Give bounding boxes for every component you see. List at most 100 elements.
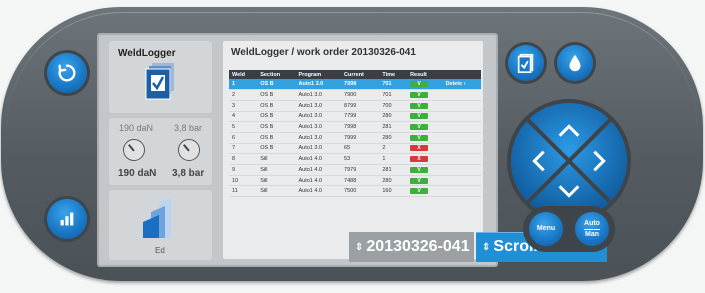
force-gauge-icon [123,139,145,161]
cell-action [442,121,481,133]
cell-program: Auto1 4.0 [295,153,342,165]
col-action [442,70,481,79]
statistics-button[interactable] [47,199,87,239]
menu-label: Menu [536,225,556,232]
delete-button[interactable]: Delete [446,81,463,87]
table-row[interactable]: 3 OS B Auto1 3.0 8799 700 V [229,100,481,112]
cell-time: 280 [379,175,408,187]
result-ok-badge: V [410,124,429,131]
cell-program: Auto1 3.0 [295,121,342,133]
cell-result: X [407,153,443,165]
weldlogger-tile[interactable]: WeldLogger [109,41,212,113]
refresh-icon [58,64,76,82]
dpad-left-button[interactable] [511,129,571,193]
col-current: Current [341,70,380,79]
cell-weld: 6 [229,132,258,144]
cell-weld: 7 [229,143,258,155]
table-row[interactable]: 9 Sill Auto1 4.0 7979 281 V [229,164,481,176]
cell-time: 701 [379,79,408,91]
cell-weld: 10 [229,175,258,187]
cell-current: 65 [341,143,380,155]
cell-action [442,175,481,187]
mode-tile[interactable]: Ed [109,190,212,260]
col-program: Program [295,70,342,79]
cell-program: Auto1 3.0 [295,100,342,112]
refresh-button[interactable] [47,53,87,93]
cell-action [442,89,481,101]
table-row[interactable]: 7 OS B Auto1 3.0 65 2 X [229,143,481,155]
auto-man-button[interactable]: Auto Man [575,212,609,246]
cell-result: X [407,143,443,155]
cell-section: OS B [257,111,296,123]
cell-current: 7900 [341,89,380,101]
cell-time: 701 [379,89,408,101]
col-section: Section [257,70,296,79]
document-button[interactable] [508,45,544,81]
table-row[interactable]: 2 OS B Auto1 3.0 7900 701 V [229,89,481,101]
weld-table: Weld Section Program Current Time Result… [229,70,481,198]
chevron-right-icon [593,150,606,172]
cell-weld: 2 [229,89,258,101]
cell-time: 2 [379,143,408,155]
cell-program: Auto1 3.0 [295,132,342,144]
cell-result: V [407,100,443,112]
cell-section: Sill [257,175,296,187]
cell-current: 7998 [341,121,380,133]
cell-time: 700 [379,100,408,112]
cell-result: V [407,164,443,176]
pressure-caption: 3,8 bar [174,123,203,133]
pressure-value: 3,8 bar [172,168,205,179]
bar-chart-icon [60,212,74,226]
dpad [511,103,627,219]
table-row[interactable]: 6 OS B Auto1 3.0 7999 280 V [229,132,481,144]
cell-current: 7500 [341,185,380,198]
result-fail-badge: X [410,145,429,152]
cell-section: OS B [257,143,296,155]
table-row[interactable]: 11 Sill Auto1 4.0 7500 160 V [229,185,481,198]
cell-current: 7979 [341,164,380,176]
dpad-right-button[interactable] [567,129,627,193]
cell-action[interactable]: Delete › [442,79,481,91]
table-row[interactable]: 1 OS B Auto1 3.0 7998 701 V Delete › [229,79,481,91]
menu-button[interactable]: Menu [529,212,563,246]
table-row[interactable]: 5 OS B Auto1 3.0 7998 281 V [229,121,481,133]
mode-label: Ed [155,246,165,255]
cell-result: V [407,111,443,123]
cell-program: Auto1 3.0 [295,143,342,155]
table-row[interactable]: 8 Sill Auto1 4.0 53 1 X [229,153,481,165]
table-row[interactable]: 4 OS B Auto1 3.0 7799 280 V [229,111,481,123]
document-check-icon [517,53,534,73]
cell-time: 280 [379,132,408,144]
table-row[interactable]: 10 Sill Auto1 4.0 7488 280 V [229,175,481,187]
pressure-gauge-icon [178,139,200,161]
cell-program: Auto1 3.0 [295,111,342,123]
cell-current: 7488 [341,175,380,187]
result-fail-badge: X [410,156,429,163]
device-stage: { "app": { "title": "WeldLogger" }, "col… [0,0,705,293]
col-time: Time [379,70,408,79]
cell-time: 280 [379,111,408,123]
cell-action [442,132,481,144]
app-title: WeldLogger [118,48,176,59]
cell-weld: 3 [229,100,258,112]
result-ok-badge: V [410,166,429,173]
cell-program: Auto1 4.0 [295,175,342,187]
cell-result: V [407,132,443,144]
result-ok-badge: V [410,92,429,99]
cell-action [442,164,481,176]
order-selector[interactable]: ⇕ 20130326-041 [349,232,474,262]
cell-section: Sill [257,164,296,176]
updown-icon: ⇕ [482,241,491,253]
cell-result: V [407,175,443,187]
auto-label: Auto [584,219,600,227]
document-stack-icon [145,63,174,100]
cell-section: Sill [257,153,296,165]
cell-action [442,185,481,198]
cell-current: 8799 [341,100,380,112]
chevron-left-icon [532,150,545,172]
result-ok-badge: V [410,188,429,195]
cell-weld: 8 [229,153,258,165]
divider [584,228,600,230]
water-button[interactable] [557,45,593,81]
display-screen: WeldLogger 190 daN 3,8 bar 190 daN 3,8 b… [97,33,607,267]
